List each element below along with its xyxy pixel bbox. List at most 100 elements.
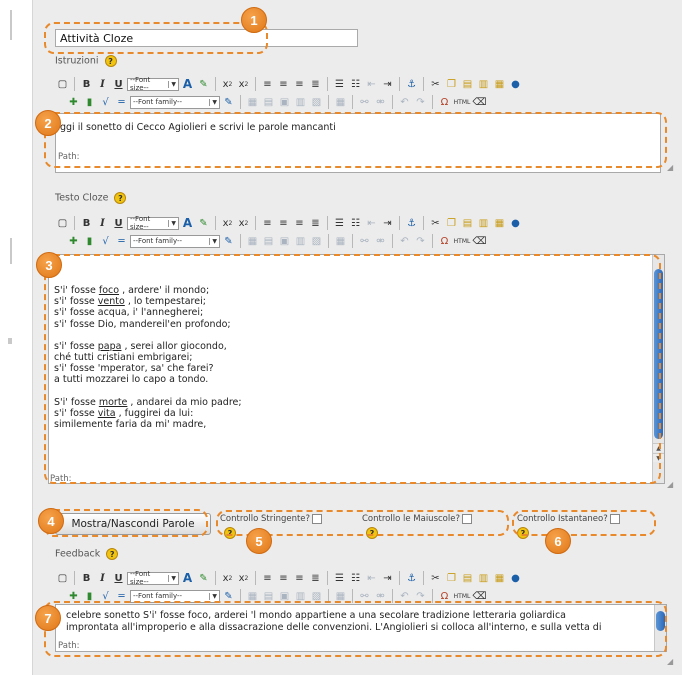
font-size-select[interactable]: --Font size-- ▼ bbox=[127, 570, 179, 586]
font-size-select[interactable]: --Font size-- ▼ bbox=[127, 76, 179, 92]
copy-icon[interactable]: ❐ bbox=[444, 216, 459, 231]
redo-icon[interactable]: ↷ bbox=[413, 234, 428, 249]
subscript-button[interactable]: x2 bbox=[220, 77, 235, 92]
table-props-icon[interactable]: ▣ bbox=[277, 95, 292, 110]
underline-button[interactable]: U bbox=[111, 77, 126, 92]
highlight-color-icon[interactable]: ✎ bbox=[196, 77, 211, 92]
anchor-icon[interactable]: ⚓ bbox=[404, 77, 419, 92]
paste-text-icon[interactable]: ▥ bbox=[476, 77, 491, 92]
redo-icon[interactable]: ↷ bbox=[413, 95, 428, 110]
paste-text-icon[interactable]: ▥ bbox=[476, 571, 491, 586]
table-icon[interactable]: ▦ bbox=[245, 95, 260, 110]
paste-icon[interactable]: ▤ bbox=[460, 216, 475, 231]
align-center-icon[interactable]: ≡ bbox=[276, 216, 291, 231]
align-left-icon[interactable]: ≡ bbox=[260, 216, 275, 231]
table-row-icon[interactable]: ▤ bbox=[261, 95, 276, 110]
copy-icon[interactable]: ❐ bbox=[444, 571, 459, 586]
insert-image-icon[interactable]: ✚ bbox=[66, 234, 81, 249]
superscript-button[interactable]: x2 bbox=[236, 216, 251, 231]
html-source-button[interactable]: HTML bbox=[453, 95, 471, 110]
unordered-list-icon[interactable]: ☰ bbox=[332, 216, 347, 231]
italic-button[interactable]: I bbox=[95, 216, 110, 231]
bold-button[interactable]: B bbox=[79, 571, 94, 586]
ordered-list-icon[interactable]: ☷ bbox=[348, 216, 363, 231]
paste-word-icon[interactable]: ▦ bbox=[492, 571, 507, 586]
align-center-icon[interactable]: ≡ bbox=[276, 571, 291, 586]
bold-button[interactable]: B bbox=[79, 77, 94, 92]
cleanup-icon[interactable]: ⌫ bbox=[472, 95, 487, 110]
insert-table-icon[interactable]: ▦ bbox=[333, 234, 348, 249]
help-round-icon[interactable]: ● bbox=[508, 571, 523, 586]
help-icon[interactable]: ? bbox=[104, 55, 117, 67]
anchor-icon[interactable]: ⚓ bbox=[404, 216, 419, 231]
help-round-icon[interactable]: ● bbox=[508, 216, 523, 231]
align-right-icon[interactable]: ≡ bbox=[292, 216, 307, 231]
cut-icon[interactable]: ✂ bbox=[428, 77, 443, 92]
underline-button[interactable]: U bbox=[111, 216, 126, 231]
undo-icon[interactable]: ↶ bbox=[397, 95, 412, 110]
highlight-color-icon[interactable]: ✎ bbox=[196, 571, 211, 586]
edit-icon[interactable]: ✎ bbox=[221, 95, 236, 110]
indent-icon[interactable]: ⇥ bbox=[380, 571, 395, 586]
link-icon[interactable]: ⚯ bbox=[357, 234, 372, 249]
subscript-button[interactable]: x2 bbox=[220, 216, 235, 231]
font-family-select[interactable]: --Font family-- ▼ bbox=[130, 234, 220, 248]
copy-icon[interactable]: ❐ bbox=[444, 77, 459, 92]
paste-word-icon[interactable]: ▦ bbox=[492, 216, 507, 231]
align-left-icon[interactable]: ≡ bbox=[260, 571, 275, 586]
help-icon[interactable]: ? bbox=[114, 192, 127, 204]
ordered-list-icon[interactable]: ☷ bbox=[348, 571, 363, 586]
resize-handle-icon[interactable]: ◢ bbox=[667, 163, 675, 172]
table-delete-icon[interactable]: ▧ bbox=[309, 95, 324, 110]
undo-icon[interactable]: ↶ bbox=[397, 234, 412, 249]
edit-icon[interactable]: ✎ bbox=[221, 234, 236, 249]
math-formula-icon[interactable]: √ bbox=[98, 95, 113, 110]
help-icon[interactable]: ? bbox=[106, 548, 119, 560]
align-right-icon[interactable]: ≡ bbox=[292, 77, 307, 92]
help-round-icon[interactable]: ● bbox=[508, 77, 523, 92]
math-formula-icon[interactable]: √ bbox=[98, 234, 113, 249]
font-family-select[interactable]: --Font family-- ▼ bbox=[130, 95, 220, 109]
paste-text-icon[interactable]: ▥ bbox=[476, 216, 491, 231]
resize-handle-icon[interactable]: ◢ bbox=[667, 480, 675, 489]
paste-word-icon[interactable]: ▦ bbox=[492, 77, 507, 92]
italic-button[interactable]: I bbox=[95, 77, 110, 92]
align-justify-icon[interactable]: ≣ bbox=[308, 216, 323, 231]
bold-button[interactable]: B bbox=[79, 216, 94, 231]
insert-image-icon[interactable]: ✚ bbox=[66, 95, 81, 110]
resize-handle-icon[interactable]: ◢ bbox=[667, 657, 675, 666]
text-color-button[interactable]: A bbox=[180, 216, 195, 231]
new-document-icon[interactable]: ▢ bbox=[55, 571, 70, 586]
insert-table-icon[interactable]: ▦ bbox=[333, 95, 348, 110]
horizontal-rule-icon[interactable]: ═ bbox=[114, 95, 129, 110]
align-justify-icon[interactable]: ≣ bbox=[308, 571, 323, 586]
outdent-icon[interactable]: ⇤ bbox=[364, 77, 379, 92]
align-center-icon[interactable]: ≡ bbox=[276, 77, 291, 92]
paste-icon[interactable]: ▤ bbox=[460, 77, 475, 92]
table-props-icon[interactable]: ▣ bbox=[277, 234, 292, 249]
outdent-icon[interactable]: ⇤ bbox=[364, 571, 379, 586]
superscript-button[interactable]: x2 bbox=[236, 77, 251, 92]
indent-icon[interactable]: ⇥ bbox=[380, 216, 395, 231]
align-justify-icon[interactable]: ≣ bbox=[308, 77, 323, 92]
align-right-icon[interactable]: ≡ bbox=[292, 571, 307, 586]
cleanup-icon[interactable]: ⌫ bbox=[472, 234, 487, 249]
table-icon[interactable]: ▦ bbox=[245, 234, 260, 249]
unordered-list-icon[interactable]: ☰ bbox=[332, 571, 347, 586]
align-left-icon[interactable]: ≡ bbox=[260, 77, 275, 92]
anchor-icon[interactable]: ⚓ bbox=[404, 571, 419, 586]
table-cell-icon[interactable]: ▥ bbox=[293, 234, 308, 249]
indent-icon[interactable]: ⇥ bbox=[380, 77, 395, 92]
special-char-button[interactable]: Ω bbox=[437, 234, 452, 249]
outdent-icon[interactable]: ⇤ bbox=[364, 216, 379, 231]
table-delete-icon[interactable]: ▧ bbox=[309, 234, 324, 249]
unlink-icon[interactable]: ⚮ bbox=[373, 234, 388, 249]
insert-media-icon[interactable]: ▮ bbox=[82, 95, 97, 110]
font-size-select[interactable]: --Font size-- ▼ bbox=[127, 215, 179, 231]
new-document-icon[interactable]: ▢ bbox=[55, 77, 70, 92]
superscript-button[interactable]: x2 bbox=[236, 571, 251, 586]
underline-button[interactable]: U bbox=[111, 571, 126, 586]
table-cell-icon[interactable]: ▥ bbox=[293, 95, 308, 110]
link-icon[interactable]: ⚯ bbox=[357, 95, 372, 110]
unlink-icon[interactable]: ⚮ bbox=[373, 95, 388, 110]
